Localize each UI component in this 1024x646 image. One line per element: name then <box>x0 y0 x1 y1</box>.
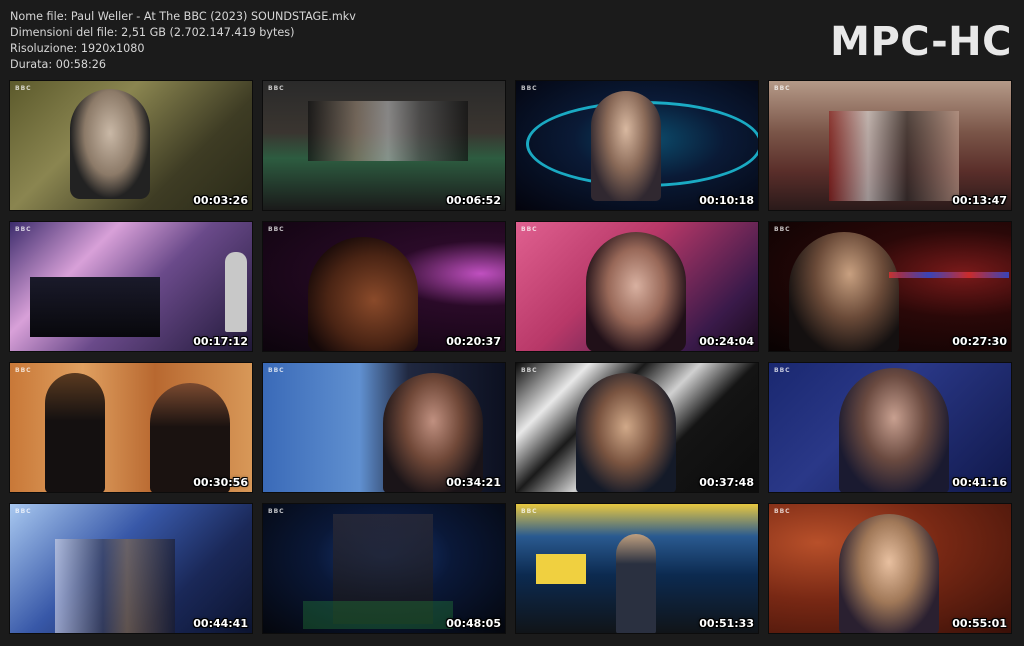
frame-figure <box>55 539 175 633</box>
timestamp-label: 00:10:18 <box>699 194 754 207</box>
bbc-watermark: BBC <box>774 367 791 374</box>
bbc-watermark: BBC <box>521 367 538 374</box>
timestamp-label: 00:27:30 <box>952 335 1007 348</box>
video-thumbnail[interactable]: BBC 00:30:56 <box>9 362 253 493</box>
bbc-watermark: BBC <box>774 508 791 515</box>
file-size: Dimensioni del file: 2,51 GB (2.702.147.… <box>10 26 295 39</box>
thumbnail-grid: BBC 00:03:26 BBC 00:06:52 BBC 00:10:18 B… <box>9 80 1012 634</box>
video-thumbnail[interactable]: BBC 00:34:21 <box>262 362 506 493</box>
video-thumbnail[interactable]: BBC 00:17:12 <box>9 221 253 352</box>
frame-figure <box>30 277 160 337</box>
video-thumbnail[interactable]: BBC 00:44:41 <box>9 503 253 634</box>
frame-figure <box>70 89 150 199</box>
timestamp-label: 00:13:47 <box>952 194 1007 207</box>
video-thumbnail[interactable]: BBC 00:48:05 <box>262 503 506 634</box>
bbc-watermark: BBC <box>15 367 32 374</box>
timestamp-label: 00:30:56 <box>193 476 248 489</box>
frame-figure <box>308 101 468 161</box>
bbc-watermark: BBC <box>521 508 538 515</box>
bbc-watermark: BBC <box>15 226 32 233</box>
frame-figure <box>308 237 418 351</box>
frame-figure <box>383 373 483 492</box>
frame-figure <box>591 91 661 201</box>
timestamp-label: 00:34:21 <box>446 476 501 489</box>
frame-figure <box>829 111 959 201</box>
timestamp-label: 00:03:26 <box>193 194 248 207</box>
video-thumbnail[interactable]: BBC 00:37:48 <box>515 362 759 493</box>
video-thumbnail[interactable]: BBC 00:41:16 <box>768 362 1012 493</box>
frame-figure <box>303 601 453 629</box>
bbc-watermark: BBC <box>15 508 32 515</box>
video-thumbnail[interactable]: BBC 00:24:04 <box>515 221 759 352</box>
file-name: Nome file: Paul Weller - At The BBC (202… <box>10 10 356 23</box>
frame-figure <box>45 373 105 492</box>
timestamp-label: 00:06:52 <box>446 194 501 207</box>
video-thumbnail[interactable]: BBC 00:13:47 <box>768 80 1012 211</box>
timestamp-label: 00:37:48 <box>699 476 754 489</box>
bbc-watermark: BBC <box>15 85 32 92</box>
video-thumbnail[interactable]: BBC 00:06:52 <box>262 80 506 211</box>
frame-figure <box>616 534 656 633</box>
bbc-watermark: BBC <box>521 226 538 233</box>
timestamp-label: 00:44:41 <box>193 617 248 630</box>
timestamp-label: 00:51:33 <box>699 617 754 630</box>
video-thumbnail[interactable]: BBC 00:27:30 <box>768 221 1012 352</box>
timestamp-label: 00:20:37 <box>446 335 501 348</box>
timestamp-label: 00:55:01 <box>952 617 1007 630</box>
file-duration: Durata: 00:58:26 <box>10 58 106 71</box>
frame-figure <box>576 373 676 492</box>
bbc-watermark: BBC <box>268 85 285 92</box>
video-thumbnail[interactable]: BBC 00:10:18 <box>515 80 759 211</box>
timestamp-label: 00:24:04 <box>699 335 754 348</box>
timestamp-label: 00:17:12 <box>193 335 248 348</box>
frame-figure <box>225 252 247 332</box>
frame-figure <box>839 514 939 633</box>
video-thumbnail[interactable]: BBC 00:51:33 <box>515 503 759 634</box>
frame-figure <box>536 554 586 584</box>
frame-figure <box>586 232 686 351</box>
video-thumbnail[interactable]: BBC 00:20:37 <box>262 221 506 352</box>
file-resolution: Risoluzione: 1920x1080 <box>10 42 145 55</box>
bbc-watermark: BBC <box>268 508 285 515</box>
bbc-watermark: BBC <box>268 226 285 233</box>
file-info: Nome file: Paul Weller - At The BBC (202… <box>10 9 356 73</box>
bbc-watermark: BBC <box>774 226 791 233</box>
frame-figure <box>889 272 1009 278</box>
bbc-watermark: BBC <box>521 85 538 92</box>
bbc-watermark: BBC <box>268 367 285 374</box>
video-thumbnail[interactable]: BBC 00:55:01 <box>768 503 1012 634</box>
frame-figure <box>839 368 949 492</box>
frame-figure <box>789 232 899 351</box>
timestamp-label: 00:41:16 <box>952 476 1007 489</box>
mpc-hc-logo: MPC-HC <box>830 19 1012 65</box>
video-thumbnail[interactable]: BBC 00:03:26 <box>9 80 253 211</box>
timestamp-label: 00:48:05 <box>446 617 501 630</box>
bbc-watermark: BBC <box>774 85 791 92</box>
